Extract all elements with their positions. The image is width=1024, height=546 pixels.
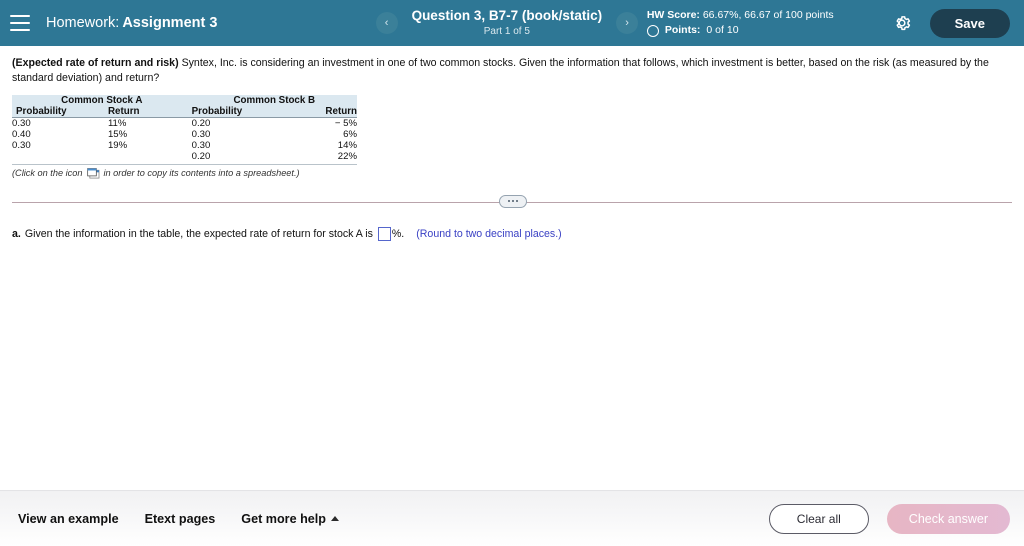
cell-return-b: 14% <box>337 139 357 151</box>
points-label: Points: <box>664 24 701 36</box>
section-divider <box>12 194 1012 215</box>
table-bottom-rule <box>12 163 357 165</box>
points-line: Points: 0 of 10 <box>646 23 834 38</box>
spreadsheet-copy-icon[interactable] <box>87 168 100 179</box>
etext-pages-label: Etext pages <box>144 511 216 526</box>
copy-to-spreadsheet-note: (Click on the icon in order to copy its … <box>12 167 357 179</box>
status-circle-icon <box>646 24 659 37</box>
save-button[interactable]: Save <box>929 8 1010 38</box>
part-letter: a. <box>12 227 21 240</box>
question-content-area: (Expected rate of return and risk) Synte… <box>0 46 1024 490</box>
assignment-title: Homework: Assignment 3 <box>46 15 217 31</box>
footer-toolbar: View an example Etext pages Get more hel… <box>0 490 1024 546</box>
cell-return-b: − 5% <box>334 117 357 129</box>
hw-score-line: HW Score: 66.67%, 66.67 of 100 points <box>647 8 834 23</box>
cell-probability-b: 0.20 <box>191 150 211 162</box>
hamburger-line <box>10 22 30 24</box>
get-more-help-link[interactable]: Get more help <box>241 512 339 526</box>
cell-probability-a: 0.40 <box>12 128 31 140</box>
hamburger-line <box>10 29 30 31</box>
group-header-stock-b: Common Stock B <box>191 94 357 106</box>
cell-return-a <box>108 151 192 162</box>
question-navigator: ‹ Question 3, B7-7 (book/static) Part 1 … <box>367 8 647 38</box>
points-value: 0 of 10 <box>706 24 739 36</box>
question-topic: (Expected rate of return and risk) <box>12 57 179 69</box>
view-an-example-label: View an example <box>18 511 119 526</box>
course-label: Homework: <box>46 15 120 31</box>
gear-icon[interactable] <box>892 13 912 33</box>
table-row: 0.20 22% <box>12 151 357 162</box>
footer-links-group: View an example Etext pages Get more hel… <box>18 512 339 526</box>
column-header-probability-b: Probability <box>191 105 284 118</box>
percent-unit-label: %. <box>391 227 405 240</box>
table-group-header-row: Common Stock A Common Stock B <box>12 94 357 106</box>
hw-score-label: HW Score: <box>646 8 700 21</box>
footer-actions-group: Clear all Check answer <box>768 503 1010 534</box>
chevron-left-icon: ‹ <box>384 16 389 29</box>
answer-question-text: Given the information in the table, the … <box>24 227 373 240</box>
copy-note-prefix: (Click on the icon <box>12 167 83 178</box>
hamburger-line <box>10 15 30 17</box>
cell-return-a: 11% <box>107 117 127 129</box>
table-column-header-row: Probability Return Probability Return <box>12 105 357 118</box>
ellipsis-dot <box>512 200 514 203</box>
next-question-button[interactable]: › <box>616 12 639 34</box>
divider-handle-button[interactable] <box>499 194 527 208</box>
check-answer-button[interactable]: Check answer <box>886 503 1010 534</box>
question-part-label: Part 1 of 5 <box>483 25 530 37</box>
chevron-right-icon: › <box>625 16 629 29</box>
cell-probability-b: 0.20 <box>191 117 211 129</box>
table-row: 0.30 11% 0.20 − 5% <box>12 117 357 129</box>
table-body: 0.30 11% 0.20 − 5% 0.40 15% 0.30 6% 0.30… <box>12 117 357 162</box>
rounding-instruction: (Round to two decimal places.) <box>416 227 562 240</box>
column-header-probability-a: Probability <box>12 105 108 118</box>
header-left-group: Homework: Assignment 3 <box>0 15 367 31</box>
cell-return-a: 15% <box>107 128 128 140</box>
assignment-name: Assignment 3 <box>122 15 218 31</box>
stock-data-table: Common Stock A Common Stock B Probabilit… <box>12 94 357 162</box>
cell-probability-b: 0.30 <box>191 139 211 151</box>
column-header-return-a: Return <box>107 105 192 118</box>
cell-probability-a <box>12 151 108 162</box>
copy-note-suffix: in order to copy its contents into a spr… <box>103 167 300 178</box>
header-right-group: HW Score: 66.67%, 66.67 of 100 points Po… <box>646 8 1024 38</box>
caret-up-icon <box>330 516 339 521</box>
ellipsis-dot <box>516 200 518 203</box>
clear-all-button[interactable]: Clear all <box>768 503 869 534</box>
table-row: 0.30 19% 0.30 14% <box>12 140 357 151</box>
table-head: Common Stock A Common Stock B Probabilit… <box>12 94 357 118</box>
app-header-bar: Homework: Assignment 3 ‹ Question 3, B7-7… <box>0 0 1024 46</box>
etext-pages-link[interactable]: Etext pages <box>145 512 216 526</box>
hw-score-value: 66.67%, 66.67 of 100 points <box>702 8 834 21</box>
expected-return-input[interactable] <box>377 226 391 241</box>
cell-probability-a: 0.30 <box>12 117 31 129</box>
cell-probability-b: 0.30 <box>191 128 211 140</box>
score-summary: HW Score: 66.67%, 66.67 of 100 points Po… <box>646 8 834 38</box>
cell-return-b: 22% <box>337 150 357 162</box>
group-header-stock-a: Common Stock A <box>12 94 192 106</box>
question-prompt: (Expected rate of return and risk) Synte… <box>12 56 1012 86</box>
answer-part-a: a. Given the information in the table, t… <box>12 226 1012 241</box>
cell-return-a: 19% <box>107 139 128 151</box>
question-title: Question 3, B7-7 (book/static) <box>411 7 603 23</box>
get-more-help-label: Get more help <box>241 511 326 526</box>
question-label-block: Question 3, B7-7 (book/static) Part 1 of… <box>412 8 603 38</box>
cell-probability-a: 0.30 <box>12 139 31 151</box>
previous-question-button[interactable]: ‹ <box>375 12 398 34</box>
cell-return-b: 6% <box>343 128 357 140</box>
hamburger-menu-icon[interactable] <box>10 15 30 31</box>
table-row: 0.40 15% 0.30 6% <box>12 129 357 140</box>
ellipsis-dot <box>508 200 510 203</box>
view-an-example-link[interactable]: View an example <box>18 512 119 526</box>
stock-data-table-wrapper: Common Stock A Common Stock B Probabilit… <box>12 94 357 179</box>
column-header-return-b: Return <box>283 105 357 118</box>
